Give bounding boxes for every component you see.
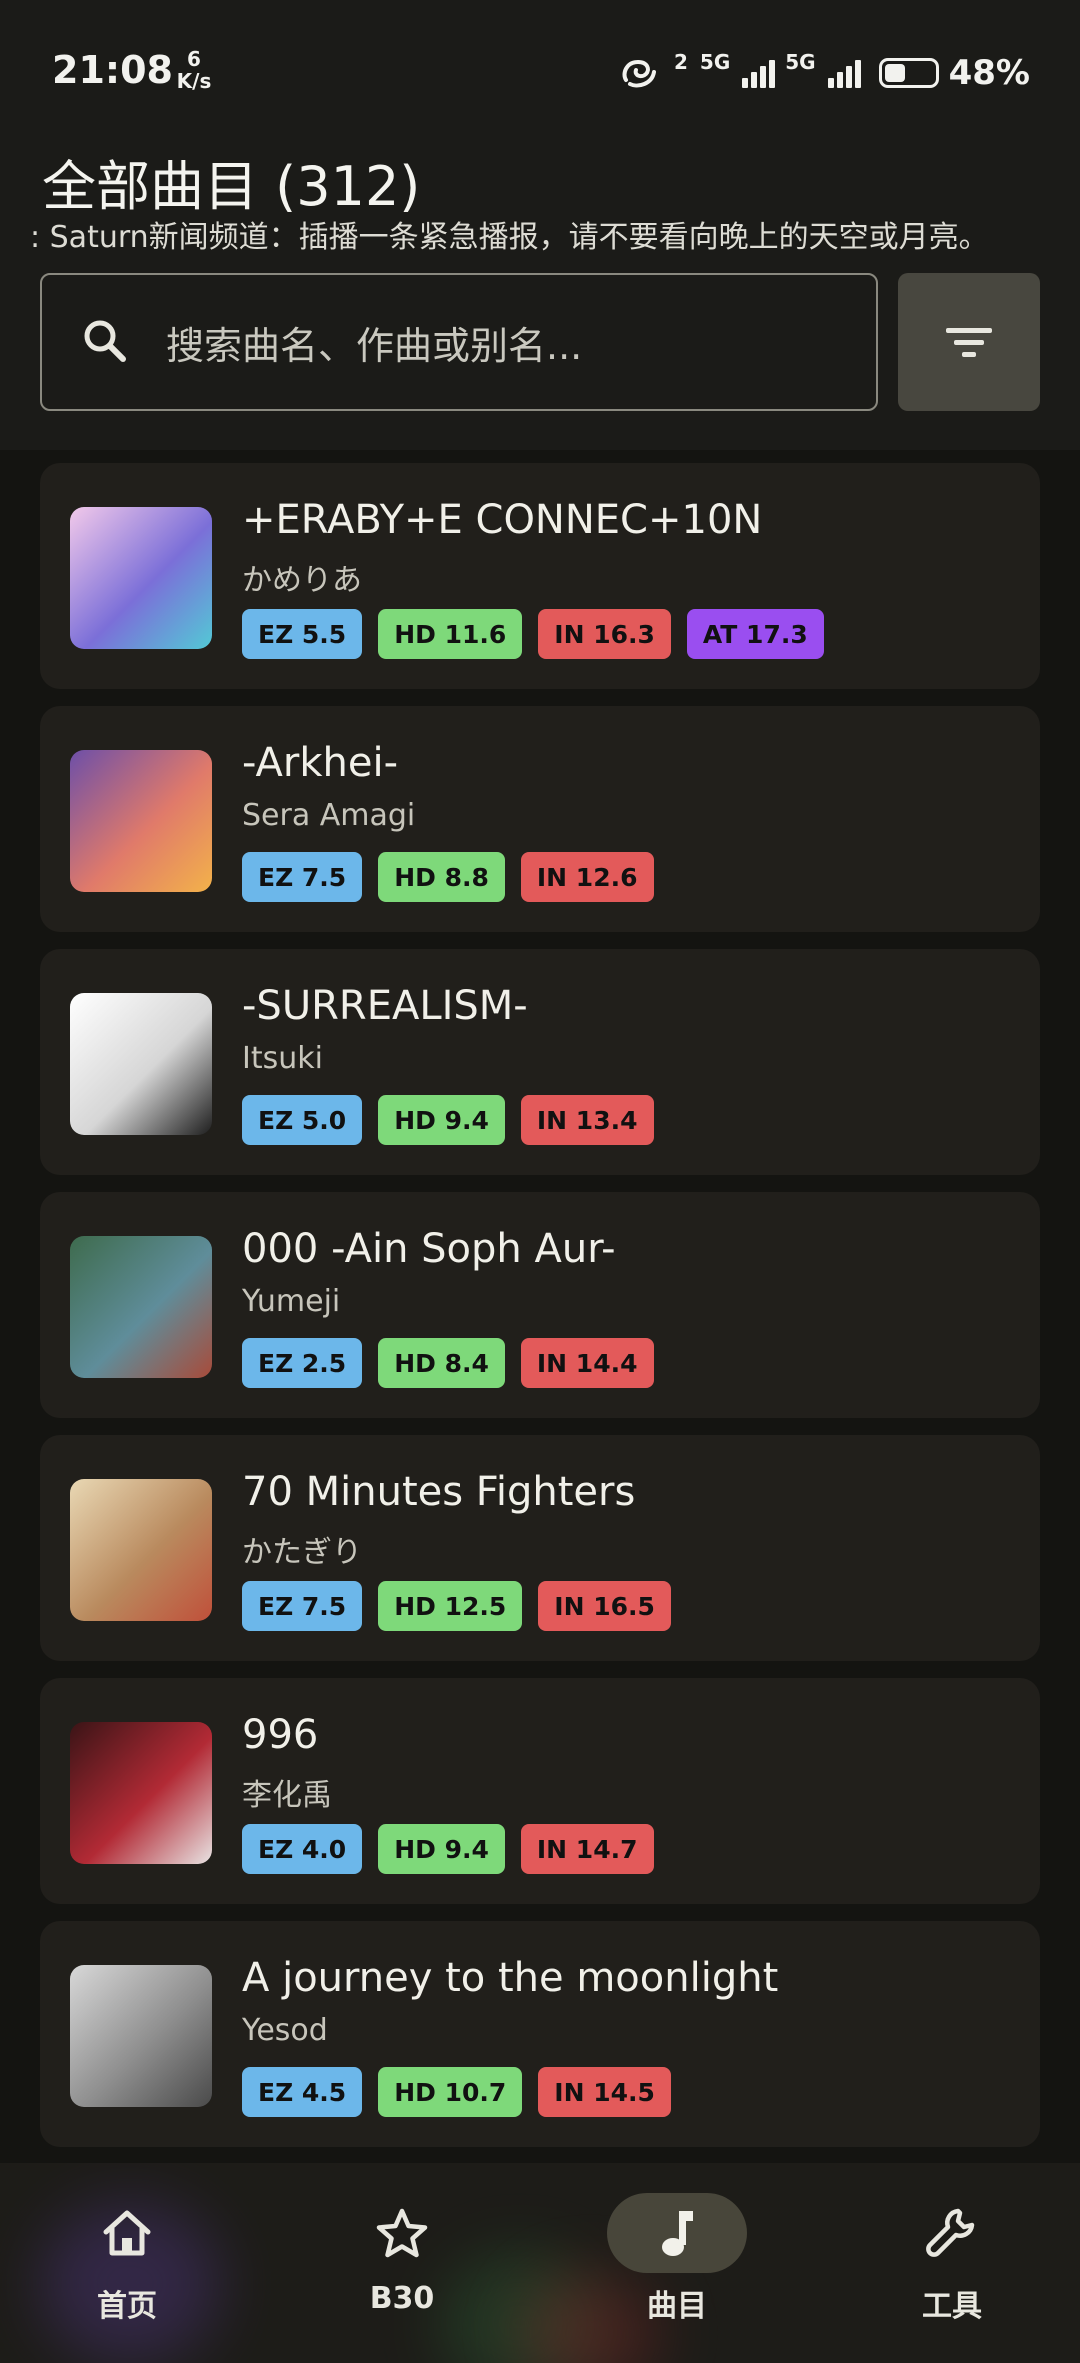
difficulty-chip-in: IN 14.5 <box>538 2067 671 2117</box>
song-title: -Arkhei- <box>242 740 399 786</box>
wrench-icon <box>926 2208 975 2257</box>
speed-unit: K/s <box>176 69 212 93</box>
song-card[interactable]: A journey to the moonlight Yesod EZ 4.5 HD … <box>40 1921 1040 2147</box>
difficulty-chips: EZ 7.5 HD 8.8 IN 12.6 <box>242 852 654 902</box>
difficulty-chip-ez: EZ 7.5 <box>242 852 363 902</box>
nav-songs[interactable]: 曲目 <box>577 2193 777 2325</box>
song-artist: かたぎり <box>242 1535 362 1570</box>
nav-tools[interactable]: 工具 <box>852 2193 1052 2325</box>
difficulty-chip-in: IN 14.4 <box>520 1338 654 1388</box>
nav-b30-label: B30 <box>369 2281 435 2316</box>
nav-songs-label: 曲目 <box>647 2289 707 2324</box>
battery-percent: 48% <box>948 53 1030 93</box>
difficulty-chip-hd: HD 8.4 <box>378 1338 505 1388</box>
bottom-nav: 首页 B30 曲目 工具 <box>0 2163 1080 2363</box>
song-title: -SURREALISM- <box>242 983 528 1029</box>
song-cover-image <box>70 1479 212 1621</box>
network-type-1: 5G <box>699 50 731 74</box>
difficulty-chip-in: IN 12.6 <box>520 852 654 902</box>
search-placeholder: 搜索曲名、作曲或别名... <box>166 323 583 368</box>
nav-b30[interactable]: B30 <box>302 2193 502 2316</box>
nav-tools-label: 工具 <box>922 2289 982 2324</box>
signal-icon-2 <box>827 58 861 88</box>
difficulty-chip-at: AT 17.3 <box>686 609 824 659</box>
difficulty-chips: EZ 5.0 HD 9.4 IN 13.4 <box>242 1095 654 1145</box>
song-title: 70 Minutes Fighters <box>242 1469 636 1515</box>
nav-b30-icon-wrap <box>332 2193 472 2273</box>
difficulty-chip-ez: EZ 5.0 <box>242 1095 363 1145</box>
nav-home-icon-wrap <box>57 2193 197 2273</box>
song-card[interactable]: 000 -Ain Soph Aur- Yumeji EZ 2.5 HD 8.4 IN 1… <box>40 1192 1040 1418</box>
battery-icon <box>878 58 939 88</box>
song-card[interactable]: 996 李化禹 EZ 4.0 HD 9.4 IN 14.7 <box>40 1678 1040 1904</box>
network-speed: 6 K/s <box>172 48 216 92</box>
music-note-icon <box>662 2211 693 2256</box>
song-title: +ERABY+E CONNEC+10N <box>242 497 763 543</box>
status-icons: 2 5G 5G 48% <box>620 50 1030 96</box>
difficulty-chips: EZ 4.0 HD 9.4 IN 14.7 <box>242 1824 654 1874</box>
song-artist: Sera Amagi <box>242 798 416 833</box>
hd-call-icon <box>622 59 656 88</box>
song-card[interactable]: 70 Minutes Fighters かたぎり EZ 7.5 HD 12.5 IN 1… <box>40 1435 1040 1661</box>
difficulty-chip-hd: HD 11.6 <box>378 609 523 659</box>
song-cover-image <box>70 1965 212 2107</box>
hd-label: 2 <box>674 50 688 74</box>
song-cover-image <box>70 507 212 649</box>
difficulty-chip-hd: HD 8.8 <box>378 852 505 902</box>
song-card[interactable]: +ERABY+E CONNEC+10N かめりあ EZ 5.5 HD 11.6 IN 1… <box>40 463 1040 689</box>
song-card[interactable]: -Arkhei- Sera Amagi EZ 7.5 HD 8.8 IN 12.6 <box>40 706 1040 932</box>
nav-home-label: 首页 <box>97 2289 157 2324</box>
nav-songs-icon-wrap <box>607 2193 747 2273</box>
difficulty-chip-hd: HD 12.5 <box>378 1581 523 1631</box>
difficulty-chip-in: IN 16.3 <box>538 609 671 659</box>
home-icon <box>103 2210 151 2256</box>
difficulty-chip-ez: EZ 4.5 <box>242 2067 363 2117</box>
difficulty-chips: EZ 7.5 HD 12.5 IN 16.5 <box>242 1581 671 1631</box>
page-title: 全部曲目 (312) <box>42 155 421 218</box>
song-cover-image <box>70 993 212 1135</box>
song-cover-image <box>70 1236 212 1378</box>
filter-icon <box>946 328 992 357</box>
song-artist: Itsuki <box>242 1041 323 1076</box>
song-title: 000 -Ain Soph Aur- <box>242 1226 616 1272</box>
signal-icon-1 <box>742 58 776 88</box>
difficulty-chips: EZ 4.5 HD 10.7 IN 14.5 <box>242 2067 671 2117</box>
difficulty-chip-hd: HD 9.4 <box>378 1095 505 1145</box>
speed-value: 6 <box>187 47 201 71</box>
nav-home[interactable]: 首页 <box>27 2193 227 2325</box>
song-cover-image <box>70 750 212 892</box>
difficulty-chip-hd: HD 9.4 <box>378 1824 505 1874</box>
song-title: A journey to the moonlight <box>242 1955 779 2001</box>
search-icon <box>84 320 126 362</box>
difficulty-chip-ez: EZ 7.5 <box>242 1581 363 1631</box>
status-bar: 21:08 6 K/s 2 5G 5G 48% <box>0 0 1080 140</box>
song-list: +ERABY+E CONNEC+10N かめりあ EZ 5.5 HD 11.6 IN 1… <box>40 463 1040 2164</box>
song-cover-image <box>70 1722 212 1864</box>
difficulty-chips: EZ 5.5 HD 11.6 IN 16.3 AT 17.3 <box>242 609 824 659</box>
song-artist: 李化禹 <box>242 1778 332 1813</box>
song-artist: Yumeji <box>242 1284 341 1319</box>
star-icon <box>376 2208 428 2258</box>
announcement-marquee: : Saturn新闻频道：插播一条紧急播报，请不要看向晚上的天空或月亮。 <box>30 220 989 255</box>
song-artist: かめりあ <box>242 563 362 598</box>
difficulty-chip-in: IN 16.5 <box>538 1581 671 1631</box>
filter-button[interactable] <box>898 273 1040 411</box>
difficulty-chip-ez: EZ 5.5 <box>242 609 363 659</box>
difficulty-chip-in: IN 13.4 <box>520 1095 654 1145</box>
song-title: 996 <box>242 1712 319 1758</box>
difficulty-chip-in: IN 14.7 <box>520 1824 654 1874</box>
song-artist: Yesod <box>242 2013 328 2048</box>
difficulty-chip-hd: HD 10.7 <box>378 2067 523 2117</box>
search-field[interactable]: 搜索曲名、作曲或别名... <box>40 273 878 411</box>
status-time: 21:08 <box>52 48 173 92</box>
difficulty-chip-ez: EZ 2.5 <box>242 1338 363 1388</box>
difficulty-chips: EZ 2.5 HD 8.4 IN 14.4 <box>242 1338 654 1388</box>
network-type-2: 5G <box>785 50 816 74</box>
nav-tools-icon-wrap <box>882 2193 1022 2273</box>
difficulty-chip-ez: EZ 4.0 <box>242 1824 363 1874</box>
song-card[interactable]: -SURREALISM- Itsuki EZ 5.0 HD 9.4 IN 13.4 <box>40 949 1040 1175</box>
